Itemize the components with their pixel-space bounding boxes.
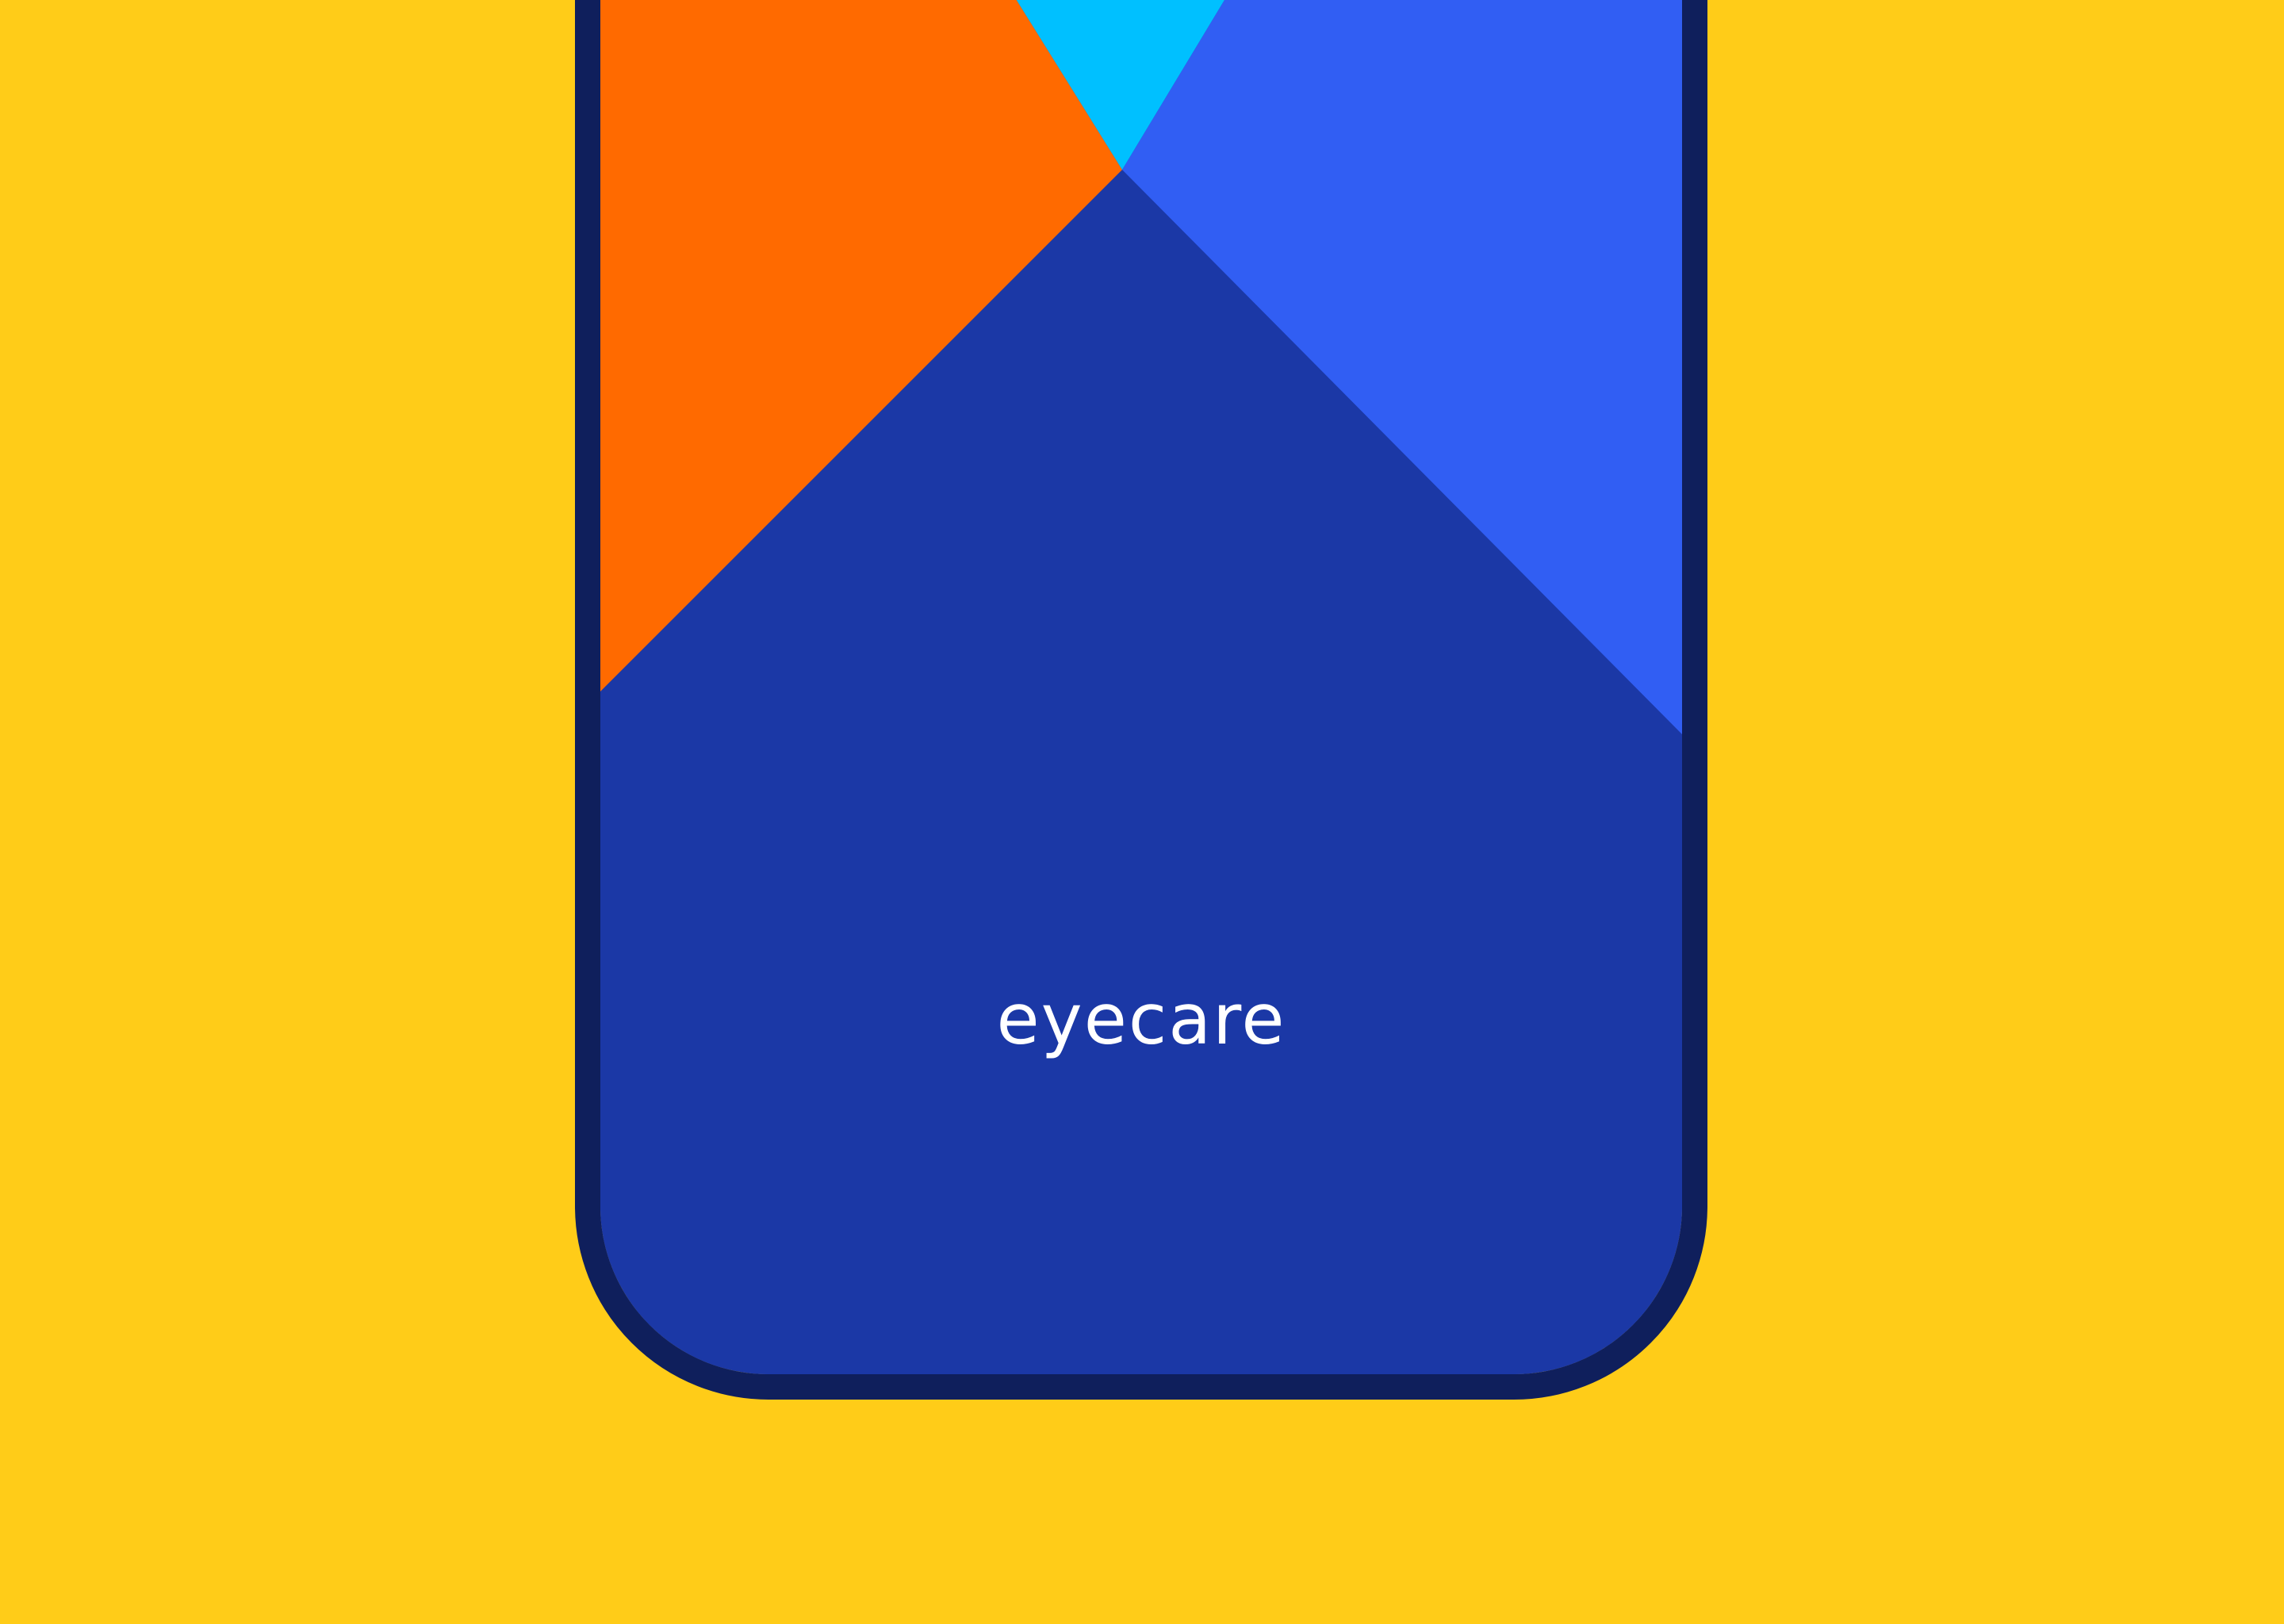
splash-artwork [600,0,1682,1374]
splash-screen: eyecare [600,0,1682,1374]
phone-frame: eyecare [575,0,1707,1400]
eyecare-logo: eyecare [996,979,1286,1060]
